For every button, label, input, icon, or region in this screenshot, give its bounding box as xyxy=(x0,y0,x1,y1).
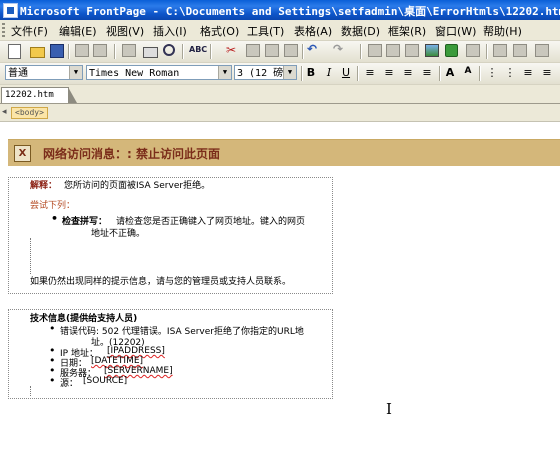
menu-insert[interactable]: 插入(I) xyxy=(150,23,190,39)
menu-bar-grip[interactable] xyxy=(2,23,5,37)
font-select-value: Times New Roman xyxy=(89,68,180,79)
toolbar-separator xyxy=(439,66,441,81)
empty-paragraph-markers xyxy=(30,386,33,396)
ip-address-value: [IPADDRESS] xyxy=(107,346,165,356)
explanation-label: 解释： xyxy=(30,181,58,191)
body-tag-button[interactable]: <body> xyxy=(11,107,48,119)
insert-table-icon[interactable] xyxy=(386,44,400,57)
publish-icon[interactable] xyxy=(75,44,89,57)
bold-button[interactable]: B xyxy=(304,66,318,79)
document-tab-strip: 12202.htm xyxy=(0,86,560,104)
source-label: 源： xyxy=(49,376,78,389)
print-preview-icon[interactable] xyxy=(163,44,175,56)
print-icon[interactable] xyxy=(143,47,158,58)
explanation-text: 您所访问的页面被ISA Server拒绝。 xyxy=(64,181,211,191)
numbering-button[interactable]: ⋮ xyxy=(485,66,499,79)
menu-view[interactable]: 视图(V) xyxy=(103,23,147,39)
justify-button[interactable]: ≡ xyxy=(420,66,434,79)
server-value: [SERVERNAME] xyxy=(104,366,173,376)
folder-list-icon[interactable] xyxy=(93,44,107,57)
toolbar-separator xyxy=(114,44,116,59)
insert-layer-icon[interactable] xyxy=(405,44,419,57)
decrease-indent-button[interactable]: ≡ xyxy=(521,66,535,79)
contact-admin-text: 如果仍然出现同样的提示信息，请与您的管理员或支持人员联系。 xyxy=(30,277,292,287)
font-size-select[interactable]: 3 (12 磅) ▼ xyxy=(234,65,297,80)
chevron-down-icon[interactable]: ▼ xyxy=(283,66,296,79)
menu-help[interactable]: 帮助(H) xyxy=(480,23,525,39)
formatting-toolbar: 普通 ▼ Times New Roman ▼ 3 (12 磅) ▼ B I U … xyxy=(0,63,560,85)
italic-button[interactable]: I xyxy=(322,66,336,79)
bullets-button[interactable]: ⋮ xyxy=(503,66,517,79)
font-size-select-value: 3 (12 磅) xyxy=(237,68,290,79)
error-x-icon: X xyxy=(14,145,31,162)
tab-12202-htm[interactable]: 12202.htm xyxy=(1,87,77,103)
chevron-down-icon[interactable]: ▼ xyxy=(69,66,82,79)
save-icon[interactable] xyxy=(50,44,64,58)
menu-window[interactable]: 窗口(W) xyxy=(432,23,479,39)
standard-toolbar: ABC ✂ ↶ ↷ xyxy=(0,41,560,63)
menu-bar: 文件(F) 编辑(E) 视图(V) 插入(I) 格式(O) 工具(T) 表格(A… xyxy=(0,20,560,41)
title-bar: Microsoft FrontPage - C:\Documents and S… xyxy=(0,0,560,20)
undo-icon[interactable]: ↶ xyxy=(307,42,323,57)
style-select-value: 普通 xyxy=(8,68,28,79)
new-page-icon[interactable] xyxy=(8,44,21,59)
try-label: 尝试下列： xyxy=(30,201,76,211)
copy-icon[interactable] xyxy=(246,44,260,57)
technical-info-title: 技术信息(提供给支持人员) xyxy=(30,314,138,324)
chevron-down-icon[interactable]: ▼ xyxy=(218,66,231,79)
drawing-icon[interactable] xyxy=(445,44,458,57)
preview-icon[interactable] xyxy=(122,44,136,57)
increase-font-button[interactable]: A xyxy=(443,66,457,79)
menu-table[interactable]: 表格(A) xyxy=(291,23,335,39)
decrease-font-button[interactable]: A xyxy=(461,66,475,76)
check-spelling-text-continued: 地址不正确。 xyxy=(91,229,146,239)
cut-icon[interactable]: ✂ xyxy=(226,43,242,58)
chevron-left-icon[interactable]: ◂ xyxy=(2,107,7,117)
toolbar-separator xyxy=(302,44,304,59)
underline-button[interactable]: U xyxy=(339,66,353,79)
page-editor-canvas[interactable]: X 网络访问消息：: 禁止访问此页面 解释： 您所访问的页面被ISA Serve… xyxy=(0,122,560,471)
increase-indent-button[interactable]: ≡ xyxy=(540,66,554,79)
align-center-button[interactable]: ≡ xyxy=(382,66,396,79)
window-title: Microsoft FrontPage - C:\Documents and S… xyxy=(20,5,560,18)
menu-data[interactable]: 数据(D) xyxy=(338,23,383,39)
message-banner: X 网络访问消息：: 禁止访问此页面 xyxy=(8,139,560,166)
toolbar-separator xyxy=(479,66,481,81)
show-all-icon[interactable] xyxy=(535,44,549,57)
hyperlink-icon[interactable] xyxy=(466,44,480,57)
spelling-icon[interactable]: ABC xyxy=(189,45,207,60)
toolbar-separator xyxy=(182,44,184,59)
menu-file[interactable]: 文件(F) xyxy=(8,23,51,39)
date-value: [DATETIME] xyxy=(91,356,144,366)
format-painter-icon[interactable] xyxy=(284,44,298,57)
text-cursor-icon: I xyxy=(386,400,392,418)
style-select[interactable]: 普通 ▼ xyxy=(5,65,83,80)
menu-frames[interactable]: 框架(R) xyxy=(385,23,429,39)
frontpage-app-icon[interactable] xyxy=(3,3,18,18)
menu-tools[interactable]: 工具(T) xyxy=(244,23,287,39)
toolbar-separator xyxy=(357,66,359,81)
quick-tag-selector: ◂ <body> xyxy=(0,104,560,122)
align-right-button[interactable]: ≡ xyxy=(401,66,415,79)
web-component-icon[interactable] xyxy=(368,44,382,57)
paste-icon[interactable] xyxy=(265,44,279,57)
menu-edit[interactable]: 编辑(E) xyxy=(56,23,100,39)
toolbar-separator xyxy=(301,66,303,81)
toolbar-separator xyxy=(360,44,362,59)
banner-title: 网络访问消息：: 禁止访问此页面 xyxy=(43,147,220,161)
menu-format[interactable]: 格式(O) xyxy=(197,23,242,39)
empty-paragraph-markers xyxy=(30,238,33,274)
toolbar-separator xyxy=(68,44,70,59)
redo-icon[interactable]: ↷ xyxy=(333,42,349,57)
insert-picture-icon[interactable] xyxy=(425,44,439,57)
toolbar-separator xyxy=(486,44,488,59)
source-value: [SOURCE] xyxy=(83,376,128,386)
font-select[interactable]: Times New Roman ▼ xyxy=(86,65,232,80)
toolbar-separator xyxy=(210,44,212,59)
stop-icon[interactable] xyxy=(513,44,527,57)
refresh-icon[interactable] xyxy=(493,44,507,57)
align-left-button[interactable]: ≡ xyxy=(363,66,377,79)
open-folder-icon[interactable] xyxy=(30,47,45,58)
